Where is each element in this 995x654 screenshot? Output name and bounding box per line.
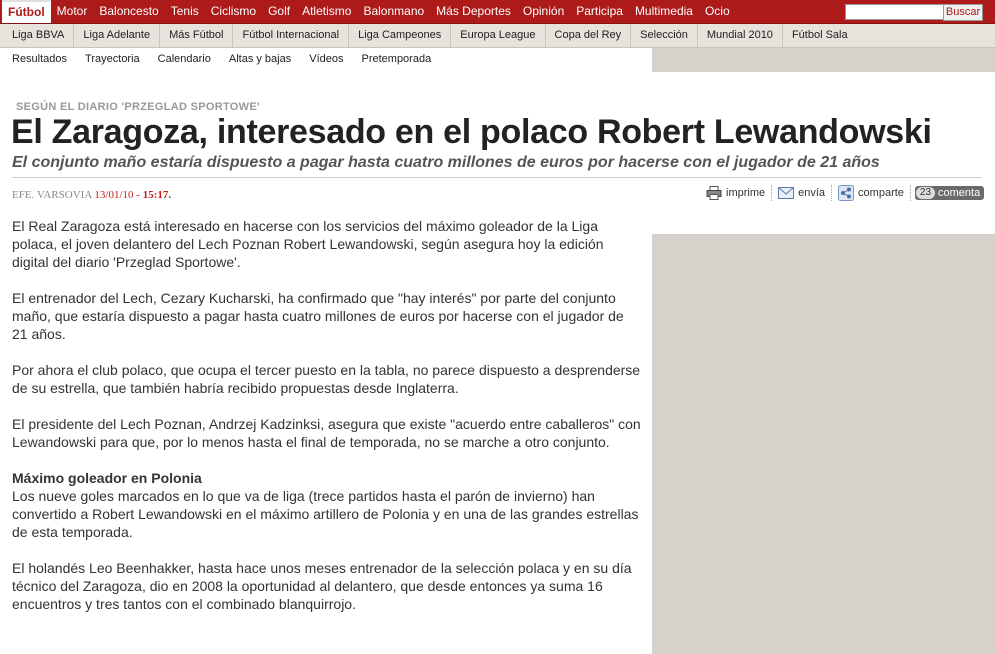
top-nav-item-golf[interactable]: Golf bbox=[262, 0, 296, 23]
top-nav-item-opinion[interactable]: Opinión bbox=[517, 0, 570, 23]
top-nav-item-baloncesto[interactable]: Baloncesto bbox=[93, 0, 164, 23]
sub-nav-item-liga-adelante[interactable]: Liga Adelante bbox=[74, 24, 161, 47]
byline-time: 15:17. bbox=[142, 189, 172, 201]
article-paragraphs-bottom: Los nueve goles marcados en lo que va de… bbox=[12, 487, 642, 613]
sub-nav-item-mundial-2010[interactable]: Mundial 2010 bbox=[698, 24, 783, 47]
sub-nav: Liga BBVA Liga Adelante Más Fútbol Fútbol I… bbox=[0, 24, 995, 48]
envelope-icon bbox=[778, 187, 795, 199]
article-paragraph: Los nueve goles marcados en lo que va de… bbox=[12, 488, 639, 540]
tertiary-nav-item-trayectoria[interactable]: Trayectoria bbox=[76, 48, 149, 70]
comments-count: 23 bbox=[915, 187, 936, 199]
tertiary-nav-item-resultados[interactable]: Resultados bbox=[3, 48, 76, 70]
article-paragraph: El holandés Leo Beenhakker, hasta hace u… bbox=[12, 560, 632, 612]
top-nav-item-balonmano[interactable]: Balonmano bbox=[357, 0, 430, 23]
email-tool[interactable]: envía bbox=[772, 187, 831, 199]
article-paragraph: El Real Zaragoza está interesado en hace… bbox=[12, 218, 604, 270]
article-header: SEGÚN EL DIARIO 'PRZEGLAD SPORTOWE' El Z… bbox=[0, 72, 995, 234]
print-icon bbox=[706, 186, 722, 200]
top-nav-item-mas-deportes[interactable]: Más Deportes bbox=[430, 0, 517, 23]
byline-agency: EFE. VARSOVIA bbox=[12, 189, 92, 201]
email-label[interactable]: envía bbox=[798, 187, 825, 199]
sub-nav-item-futbol-sala[interactable]: Fútbol Sala bbox=[783, 24, 857, 47]
tertiary-nav-list: Resultados Trayectoria Calendario Altas y b… bbox=[0, 48, 652, 70]
section-heading: Máximo goleador en Polonia bbox=[12, 470, 202, 486]
byline-separator: - bbox=[133, 189, 143, 201]
share-tool[interactable]: comparte bbox=[832, 185, 910, 201]
sub-nav-item-europa-league[interactable]: Europa League bbox=[451, 24, 546, 47]
sub-nav-item-mas-futbol[interactable]: Más Fútbol bbox=[160, 24, 234, 47]
sub-nav-item-liga-campeones[interactable]: Liga Campeones bbox=[349, 24, 452, 47]
top-nav: Fútbol Motor Baloncesto Tenis Ciclismo Golf At… bbox=[0, 0, 995, 24]
top-nav-item-motor[interactable]: Motor bbox=[51, 0, 94, 23]
top-nav-item-ciclismo[interactable]: Ciclismo bbox=[205, 0, 262, 23]
top-nav-item-futbol[interactable]: Fútbol bbox=[2, 0, 51, 23]
article-headline: El Zaragoza, interesado en el polaco Rob… bbox=[11, 113, 932, 151]
article-paragraph: Por ahora el club polaco, que ocupa el t… bbox=[12, 362, 641, 396]
print-label[interactable]: imprime bbox=[726, 187, 765, 199]
tertiary-nav-item-videos[interactable]: Vídeos bbox=[300, 48, 352, 70]
sub-nav-item-liga-bbva[interactable]: Liga BBVA bbox=[3, 24, 75, 47]
top-nav-item-multimedia[interactable]: Multimedia bbox=[629, 0, 699, 23]
tertiary-nav-item-pretemporada[interactable]: Pretemporada bbox=[352, 48, 440, 70]
article-paragraph: El presidente del Lech Poznan, Andrzej K… bbox=[12, 416, 641, 450]
article-text: El Real Zaragoza está interesado en hace… bbox=[12, 217, 642, 631]
search-button[interactable]: Buscar bbox=[943, 4, 983, 21]
article-byline: EFE. VARSOVIA 13/01/10 - 15:17. bbox=[12, 189, 171, 201]
article-subtitle: El conjunto maño estaría dispuesto a pag… bbox=[12, 154, 880, 171]
comments-button[interactable]: 23 comenta bbox=[914, 186, 985, 200]
search-input[interactable] bbox=[845, 4, 945, 20]
top-nav-item-participa[interactable]: Participa bbox=[570, 0, 629, 23]
sub-nav-list: Liga BBVA Liga Adelante Más Fútbol Fútbol I… bbox=[0, 24, 995, 47]
article-body: El Real Zaragoza está interesado en hace… bbox=[0, 218, 652, 654]
tertiary-nav-item-calendario[interactable]: Calendario bbox=[149, 48, 220, 70]
top-nav-item-atletismo[interactable]: Atletismo bbox=[296, 0, 357, 23]
tertiary-nav-item-altas-y-bajas[interactable]: Altas y bajas bbox=[220, 48, 300, 70]
tool-divider bbox=[909, 185, 911, 201]
meta-divider bbox=[12, 177, 982, 178]
top-nav-item-tenis[interactable]: Tenis bbox=[165, 0, 205, 23]
article-tools: imprime envía comparte 23 comenta bbox=[700, 185, 985, 201]
sub-nav-item-futbol-internacional[interactable]: Fútbol Internacional bbox=[233, 24, 350, 47]
article-kicker: SEGÚN EL DIARIO 'PRZEGLAD SPORTOWE' bbox=[16, 101, 260, 113]
article-paragraphs-top: El Real Zaragoza está interesado en hace… bbox=[12, 217, 642, 451]
article-paragraph: El entrenador del Lech, Cezary Kucharski… bbox=[12, 290, 624, 342]
byline-date: 13/01/10 bbox=[94, 189, 134, 201]
comments-label: comenta bbox=[938, 187, 981, 199]
sub-nav-item-seleccion[interactable]: Selección bbox=[631, 24, 698, 47]
share-label[interactable]: comparte bbox=[858, 187, 904, 199]
top-nav-item-ocio[interactable]: Ocio bbox=[699, 0, 736, 23]
print-tool[interactable]: imprime bbox=[700, 186, 771, 200]
share-icon bbox=[838, 185, 855, 201]
sub-nav-item-copa-del-rey[interactable]: Copa del Rey bbox=[546, 24, 632, 47]
tertiary-nav: Resultados Trayectoria Calendario Altas y b… bbox=[0, 48, 652, 72]
